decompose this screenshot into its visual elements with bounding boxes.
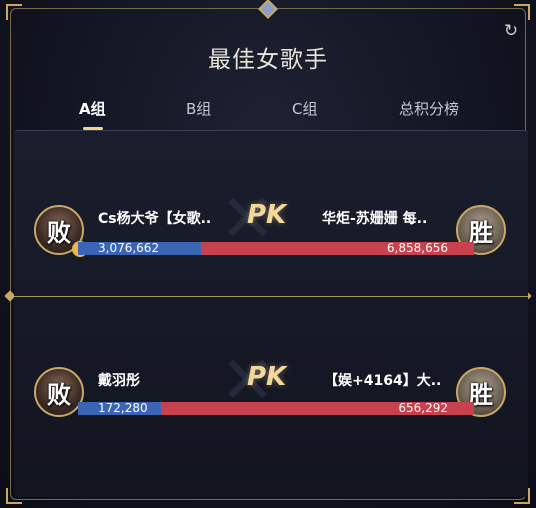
- left-name: 戴羽彤: [98, 373, 140, 389]
- right-score: 656,292: [398, 402, 448, 415]
- avatar[interactable]: 败: [34, 367, 84, 417]
- right-name: 【娱+4164】大..: [324, 373, 442, 389]
- right-score: 6,858,656: [386, 242, 448, 255]
- score-bar: 172,280 656,292: [78, 402, 474, 415]
- right-name: 华炬-苏姗姗 每..: [322, 211, 428, 227]
- tab-b[interactable]: B组: [186, 98, 211, 119]
- left-name: Cs杨大爷【女歌..: [98, 211, 212, 227]
- tab-total[interactable]: 总积分榜: [399, 98, 459, 119]
- match-card[interactable]: ✕ 败 戴羽彤 PK 【娱+4164】大.. 胜 172,280 656,292: [20, 342, 518, 432]
- lose-badge: 败: [47, 380, 71, 409]
- left-score: 172,280: [98, 402, 148, 415]
- pk-label: PK: [247, 200, 287, 230]
- match-card[interactable]: ✕ 败 ▮ Cs杨大爷【女歌.. PK 华炬-苏姗姗 每.. 胜 3,076,6…: [20, 180, 518, 270]
- match-divider: [14, 296, 528, 297]
- score-bar: 3,076,662 6,858,656: [78, 242, 474, 255]
- pk-leaderboard-window: 最佳女歌手 ↻ A组 B组 C组 总积分榜 ✕ 败 ▮ Cs杨大爷【女歌.. P…: [0, 0, 536, 508]
- tab-bar: A组 B组 C组 总积分榜: [0, 98, 536, 128]
- tab-c[interactable]: C组: [292, 98, 317, 119]
- refresh-icon[interactable]: ↻: [502, 22, 520, 40]
- corner-ornament: [514, 4, 530, 20]
- pk-label: PK: [247, 362, 287, 392]
- corner-ornament: [6, 4, 22, 20]
- tab-a[interactable]: A组: [79, 98, 106, 119]
- left-score: 3,076,662: [98, 242, 160, 255]
- lose-badge: 败: [47, 218, 71, 247]
- page-title: 最佳女歌手: [208, 47, 328, 73]
